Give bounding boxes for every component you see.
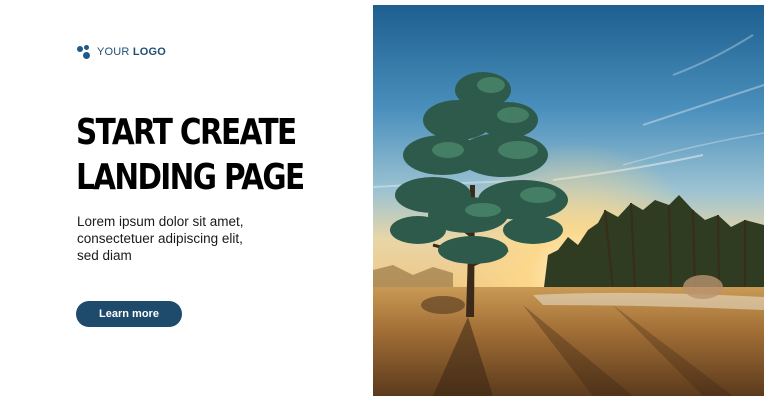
logo-text-light: YOUR bbox=[97, 45, 133, 58]
page-headline: START CREATE LANDING PAGE bbox=[76, 110, 305, 200]
description-line-3: sed diam bbox=[77, 248, 132, 263]
landing-page: YOUR LOGO START CREATE LANDING PAGE Lore… bbox=[0, 0, 769, 401]
logo[interactable]: YOUR LOGO bbox=[77, 44, 166, 60]
logo-text-bold: LOGO bbox=[132, 45, 167, 58]
headline-line-1: START CREATE bbox=[76, 112, 297, 153]
description-line-1: Lorem ipsum dolor sit amet, bbox=[77, 214, 244, 229]
pine-tree-at-sunrise-photo bbox=[373, 5, 764, 396]
logo-text: YOUR LOGO bbox=[97, 45, 167, 58]
learn-more-button[interactable]: Learn more bbox=[76, 301, 182, 327]
hero-description: Lorem ipsum dolor sit amet, consectetuer… bbox=[77, 213, 307, 264]
headline-line-2: LANDING PAGE bbox=[76, 157, 305, 198]
description-line-2: consectetuer adipiscing elit, bbox=[77, 231, 243, 246]
three-dots-logo-icon bbox=[77, 45, 91, 59]
